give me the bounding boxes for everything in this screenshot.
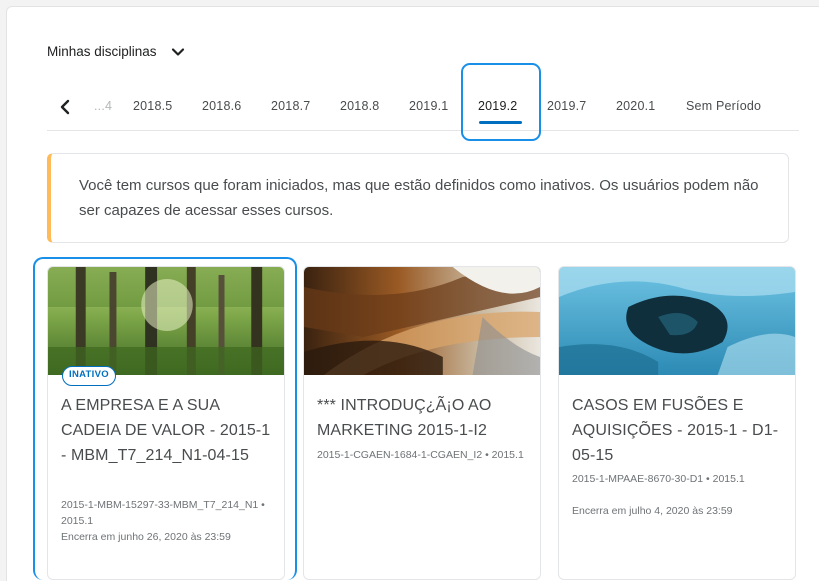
course-card[interactable]: CASOS EM FUSÕES E AQUISIÇÕES - 2015-1 - … [558, 266, 796, 580]
course-card[interactable]: *** INTRODUÇ¿Ã¡O AO MARKETING 2015-1-I2 … [303, 266, 541, 580]
my-courses-header[interactable]: Minhas disciplinas [47, 44, 185, 59]
course-end-date: Encerra em julho 4, 2020 às 23:59 [572, 505, 733, 517]
tab-period-2018-5[interactable]: 2018.5 [133, 99, 172, 113]
course-title[interactable]: CASOS EM FUSÕES E AQUISIÇÕES - 2015-1 - … [572, 393, 784, 468]
course-image-ice [559, 267, 795, 375]
inactive-courses-alert: Você tem cursos que foram iniciados, mas… [47, 153, 789, 243]
chevron-left-icon[interactable] [57, 98, 73, 116]
tab-period-2018-6[interactable]: 2018.6 [202, 99, 241, 113]
alert-message: Você tem cursos que foram iniciados, mas… [79, 177, 759, 219]
my-courses-title: Minhas disciplinas [47, 44, 157, 59]
tab-period-partial[interactable]: ...4 [94, 99, 112, 113]
tab-period-2019-1[interactable]: 2019.1 [409, 99, 448, 113]
tab-period-2018-8[interactable]: 2018.8 [340, 99, 379, 113]
course-title[interactable]: *** INTRODUÇ¿Ã¡O AO MARKETING 2015-1-I2 [317, 393, 529, 443]
tab-focus-highlight [461, 63, 541, 141]
tab-period-2019-7[interactable]: 2019.7 [547, 99, 586, 113]
period-tabs: ...4 2018.5 2018.6 2018.7 2018.8 2019.1 … [47, 86, 799, 131]
course-code: 2015-1-CGAEN-1684-1-CGAEN_I2 • 2015.1 [317, 449, 524, 461]
tab-period-none[interactable]: Sem Período [686, 99, 761, 113]
chevron-down-icon [171, 47, 184, 56]
course-code: 2015-1-MPAAE-8670-30-D1 • 2015.1 [572, 473, 745, 485]
card-focus-highlight [33, 257, 297, 580]
tab-period-2018-7[interactable]: 2018.7 [271, 99, 310, 113]
course-image-architecture [304, 267, 540, 375]
tab-period-2020-1[interactable]: 2020.1 [616, 99, 655, 113]
